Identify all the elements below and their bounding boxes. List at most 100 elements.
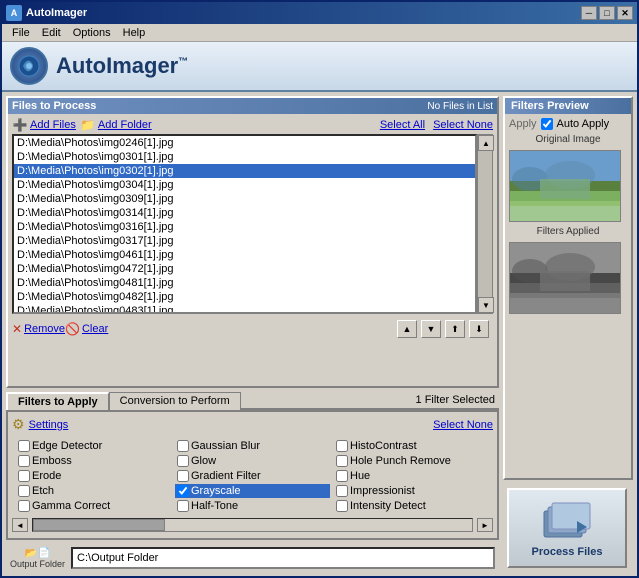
nav-down-btn[interactable]: ▼ — [421, 320, 441, 338]
filter-label: Hue — [350, 470, 370, 482]
filter-checkbox[interactable] — [177, 440, 189, 452]
apply-row: Apply Auto Apply — [509, 118, 627, 130]
filter-item[interactable]: Erode — [16, 469, 171, 483]
titlebar-buttons: ─ □ ✕ — [581, 6, 633, 20]
menu-edit[interactable]: Edit — [36, 26, 67, 40]
filtered-image-preview — [509, 242, 621, 314]
file-item[interactable]: D:\Media\Photos\img0472[1].jpg — [14, 262, 475, 276]
scroll-up-btn[interactable]: ▲ — [478, 135, 494, 151]
filter-checkbox[interactable] — [336, 470, 348, 482]
remove-icon: ✕ — [12, 322, 22, 336]
file-item[interactable]: D:\Media\Photos\img0302[1].jpg — [14, 164, 475, 178]
file-item[interactable]: D:\Media\Photos\img0314[1].jpg — [14, 206, 475, 220]
file-item[interactable]: D:\Media\Photos\img0309[1].jpg — [14, 192, 475, 206]
hscroll-left-btn[interactable]: ◄ — [12, 518, 28, 532]
filter-checkbox[interactable] — [18, 455, 30, 467]
filter-checkbox[interactable] — [177, 455, 189, 467]
select-all-button[interactable]: Select All — [380, 119, 425, 131]
file-item[interactable]: D:\Media\Photos\img0482[1].jpg — [14, 290, 475, 304]
filter-checkbox[interactable] — [177, 485, 189, 497]
filters-grid: Edge Detector Gaussian Blur HistoContrast E… — [12, 436, 493, 516]
filter-item[interactable]: HistoContrast — [334, 439, 489, 453]
nav-top-btn[interactable]: ⬆ — [445, 320, 465, 338]
remove-button[interactable]: Remove — [24, 323, 65, 335]
output-icon-left: 📂 — [25, 548, 37, 559]
tab-filters-apply[interactable]: Filters to Apply — [6, 392, 109, 410]
output-path-input[interactable] — [71, 547, 495, 569]
filter-checkbox[interactable] — [336, 455, 348, 467]
close-button[interactable]: ✕ — [617, 6, 633, 20]
preview-content: Apply Auto Apply Original Image — [505, 114, 631, 318]
menu-file[interactable]: File — [6, 26, 36, 40]
filter-label: Glow — [191, 455, 216, 467]
auto-apply-checkbox[interactable] — [541, 118, 553, 130]
hscrollbar[interactable] — [32, 518, 473, 532]
filter-checkbox[interactable] — [336, 440, 348, 452]
filter-checkbox[interactable] — [336, 485, 348, 497]
process-files-button[interactable]: Process Files — [507, 488, 627, 568]
main-window: A AutoImager ─ □ ✕ File Edit Options Hel… — [0, 0, 639, 578]
select-none-button-top[interactable]: Select None — [433, 119, 493, 131]
files-list[interactable]: D:\Media\Photos\img0246[1].jpgD:\Media\P… — [12, 134, 477, 314]
file-item[interactable]: D:\Media\Photos\img0316[1].jpg — [14, 220, 475, 234]
filter-item[interactable]: Intensity Detect — [334, 499, 489, 513]
hscroll-right-btn[interactable]: ► — [477, 518, 493, 532]
filter-label: Erode — [32, 470, 61, 482]
filter-checkbox[interactable] — [336, 500, 348, 512]
menu-options[interactable]: Options — [67, 26, 117, 40]
maximize-button[interactable]: □ — [599, 6, 615, 20]
filter-checkbox[interactable] — [18, 470, 30, 482]
select-none-filters-button[interactable]: Select None — [433, 419, 493, 431]
files-nav-row: ▲ ▼ ⬆ ⬇ — [393, 318, 493, 340]
filter-checkbox[interactable] — [18, 440, 30, 452]
files-panel: Files to Process No Files in List ➕ Add … — [6, 96, 499, 388]
file-item[interactable]: D:\Media\Photos\img0461[1].jpg — [14, 248, 475, 262]
file-item[interactable]: D:\Media\Photos\img0317[1].jpg — [14, 234, 475, 248]
add-folder-button[interactable]: Add Folder — [98, 119, 152, 131]
menu-help[interactable]: Help — [117, 26, 152, 40]
tab-conversion[interactable]: Conversion to Perform — [109, 392, 241, 410]
filter-item[interactable]: Emboss — [16, 454, 171, 468]
filter-item[interactable]: Edge Detector — [16, 439, 171, 453]
titlebar: A AutoImager ─ □ ✕ — [2, 2, 637, 24]
filter-checkbox[interactable] — [177, 470, 189, 482]
add-files-button[interactable]: Add Files — [30, 119, 76, 131]
filter-item[interactable]: Gaussian Blur — [175, 439, 330, 453]
add-folder-row: 📁 Add Folder — [80, 117, 152, 133]
clear-button[interactable]: Clear — [82, 323, 108, 335]
file-item[interactable]: D:\Media\Photos\img0304[1].jpg — [14, 178, 475, 192]
file-item[interactable]: D:\Media\Photos\img0246[1].jpg — [14, 136, 475, 150]
filters-area: Filters to Apply Conversion to Perform 1… — [6, 392, 499, 540]
filter-item[interactable]: Glow — [175, 454, 330, 468]
file-item[interactable]: D:\Media\Photos\img0483[1].jpg — [14, 304, 475, 314]
filter-item[interactable]: Grayscale — [175, 484, 330, 498]
filter-item[interactable]: Impressionist — [334, 484, 489, 498]
minimize-button[interactable]: ─ — [581, 6, 597, 20]
filter-checkbox[interactable] — [177, 500, 189, 512]
logo-text: AutoImager™ — [56, 53, 188, 79]
filters-tabs: Filters to Apply Conversion to Perform 1… — [6, 392, 499, 410]
add-files-icon: ➕ — [12, 117, 28, 133]
filter-label: Gamma Correct — [32, 500, 110, 512]
filter-item[interactable]: Etch — [16, 484, 171, 498]
file-item[interactable]: D:\Media\Photos\img0301[1].jpg — [14, 150, 475, 164]
filter-checkbox[interactable] — [18, 500, 30, 512]
files-scrollbar[interactable]: ▲ ▼ — [477, 134, 493, 314]
filter-item[interactable]: Gradient Filter — [175, 469, 330, 483]
filter-item[interactable]: Gamma Correct — [16, 499, 171, 513]
filter-label: Gaussian Blur — [191, 440, 260, 452]
output-folder-button[interactable]: 📂 📄 Output Folder — [10, 548, 65, 569]
clear-icon: 🚫 — [65, 322, 80, 336]
file-item[interactable]: D:\Media\Photos\img0481[1].jpg — [14, 276, 475, 290]
scroll-down-btn[interactable]: ▼ — [478, 297, 494, 313]
filter-checkbox[interactable] — [18, 485, 30, 497]
nav-up-btn[interactable]: ▲ — [397, 320, 417, 338]
filter-item[interactable]: Hole Punch Remove — [334, 454, 489, 468]
filter-item[interactable]: Hue — [334, 469, 489, 483]
filtered-img-render — [510, 243, 620, 313]
apply-button[interactable]: Apply — [509, 118, 537, 130]
filter-label: Grayscale — [191, 485, 241, 497]
nav-bottom-btn[interactable]: ⬇ — [469, 320, 489, 338]
filter-item[interactable]: Half-Tone — [175, 499, 330, 513]
settings-button[interactable]: Settings — [29, 419, 69, 431]
